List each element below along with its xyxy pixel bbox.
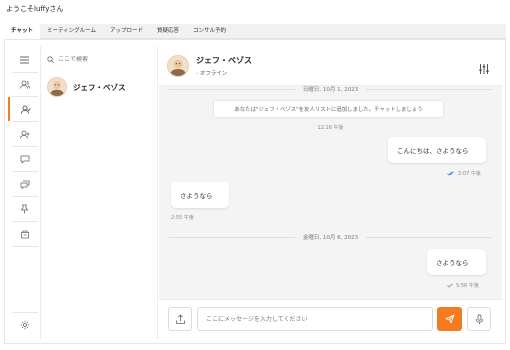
message-meta: 5:56 午後 bbox=[447, 282, 479, 289]
avatar-image bbox=[49, 81, 65, 96]
contacts-icon bbox=[19, 80, 30, 89]
tab-consult-booking[interactable]: コンサル予約 bbox=[186, 24, 233, 39]
tab-chat[interactable]: チャット bbox=[4, 23, 40, 39]
chat-contact-name: ジェフ・ベゾス bbox=[196, 56, 252, 65]
tab-meeting-room[interactable]: ミーティングルーム bbox=[40, 24, 103, 39]
menu-button[interactable] bbox=[8, 48, 41, 72]
message-meta: 2:07 午後 bbox=[447, 170, 481, 177]
pin-icon bbox=[20, 204, 29, 214]
avatar bbox=[47, 77, 67, 97]
date-label: 日曜日, 10月 1, 2023 bbox=[302, 87, 359, 93]
top-tab-bar: チャット ミーティングルーム アップロード 質疑応答 コンサル予約 bbox=[4, 23, 506, 39]
chat-panel: ジェフ・ベゾス - オフライン 日曜日, 10月 1, 2023 あなたは"ジェ… bbox=[159, 46, 502, 339]
avatar bbox=[167, 55, 189, 77]
search-input[interactable] bbox=[58, 55, 148, 63]
group-chats-button[interactable] bbox=[8, 172, 41, 196]
chat-header: ジェフ・ベゾス - オフライン bbox=[159, 46, 502, 86]
voice-button[interactable] bbox=[467, 307, 491, 331]
rail-divider bbox=[12, 246, 38, 247]
message-list: 日曜日, 10月 1, 2023 あなたは"ジェフ・ベゾス"を友人リストに追加し… bbox=[159, 86, 502, 299]
tab-upload[interactable]: アップロード bbox=[103, 24, 150, 39]
message-bubble-sent[interactable]: こんにちは、さようなら bbox=[388, 137, 486, 163]
archive-button[interactable] bbox=[8, 222, 41, 246]
date-separator: 日曜日, 10月 1, 2023 bbox=[169, 85, 492, 93]
message-time: 5:56 午後 bbox=[456, 283, 479, 289]
user-check-icon bbox=[20, 105, 31, 114]
search-box[interactable] bbox=[47, 53, 152, 65]
divider bbox=[366, 236, 492, 238]
search-icon bbox=[47, 55, 54, 63]
archive-icon bbox=[20, 230, 29, 238]
send-icon bbox=[445, 314, 454, 324]
chat-options-button[interactable] bbox=[478, 60, 490, 74]
divider bbox=[169, 88, 295, 90]
sent-check-icon bbox=[447, 283, 453, 288]
system-message: あなたは"ジェフ・ベゾス"を友人リストに追加しました。チャットしましょう bbox=[214, 101, 443, 117]
message-bubble-received[interactable]: さようなら bbox=[171, 182, 229, 208]
contacts-panel: ジェフ・ベゾス bbox=[41, 46, 158, 339]
divider bbox=[169, 236, 295, 238]
online-status: - オフライン bbox=[196, 71, 228, 77]
send-button[interactable] bbox=[437, 307, 462, 331]
avatar-image bbox=[170, 59, 186, 76]
user-add-icon bbox=[19, 130, 29, 139]
settings-icon bbox=[20, 320, 29, 330]
welcome-text: ようこそluffyさん bbox=[6, 5, 64, 13]
tab-qa[interactable]: 質疑応答 bbox=[150, 24, 186, 39]
sidebar-rail bbox=[8, 46, 41, 339]
sliders-icon bbox=[479, 64, 489, 74]
contacts-button[interactable] bbox=[8, 72, 41, 96]
message-time: 2:55 午後 bbox=[171, 215, 194, 221]
add-friend-button[interactable] bbox=[8, 122, 41, 146]
message-input[interactable] bbox=[197, 307, 433, 331]
microphone-icon bbox=[475, 313, 483, 324]
settings-button[interactable] bbox=[8, 313, 41, 337]
system-message-time: 12:16 午後 bbox=[317, 125, 344, 131]
date-label: 金曜日, 10月 6, 2023 bbox=[302, 235, 359, 241]
contact-list-item[interactable]: ジェフ・ベゾス bbox=[47, 76, 155, 98]
pinned-button[interactable] bbox=[8, 197, 41, 221]
menu-icon bbox=[20, 56, 29, 64]
read-check-icon bbox=[447, 171, 454, 176]
date-separator: 金曜日, 10月 6, 2023 bbox=[169, 233, 492, 241]
messages-button[interactable] bbox=[8, 147, 41, 171]
message-bubble-sent[interactable]: さようなら bbox=[427, 249, 486, 275]
message-time: 2:07 午後 bbox=[458, 171, 481, 177]
upload-icon bbox=[175, 313, 185, 324]
friends-button[interactable] bbox=[8, 97, 41, 121]
divider bbox=[366, 88, 492, 90]
contact-name: ジェフ・ベゾス bbox=[73, 82, 126, 92]
message-composer bbox=[159, 299, 502, 339]
chat-bubble-icon bbox=[20, 155, 29, 163]
chats-icon bbox=[20, 180, 29, 189]
attach-button[interactable] bbox=[168, 307, 192, 331]
